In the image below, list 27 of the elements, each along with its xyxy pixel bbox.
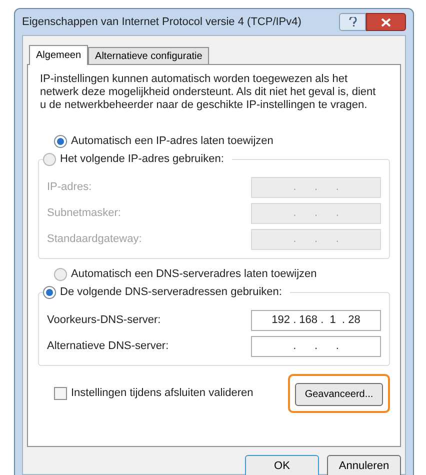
description-text: IP-instellingen kunnen automatisch worden toegewezen als het netwerk deze mogelijkheid ondersteunt. Als dit niet het geval is, dient u de netwerkbeheerder naar de geschikte IP-instellingen te vragen. bbox=[39, 73, 377, 112]
radio-label: De volgende DNS-serveradressen gebruiken: bbox=[60, 284, 282, 300]
tab[interactable]: Algemeen bbox=[29, 45, 88, 65]
radio-button[interactable] bbox=[54, 134, 67, 148]
radio-label: Automatisch een IP-adres laten toewijzen bbox=[71, 134, 274, 149]
radio-label: Automatisch een DNS-serveradres laten toewijzen bbox=[71, 266, 317, 282]
close-icon bbox=[381, 18, 391, 26]
checkbox-label: Instellingen tijdens afsluiten valideren bbox=[71, 386, 254, 402]
field-label: Subnetmasker: bbox=[47, 206, 121, 221]
ip-address-field[interactable]: 192 . 168 . 1 . 28 bbox=[251, 310, 381, 330]
field-label: Standaardgateway: bbox=[47, 232, 142, 247]
advanced-button[interactable]: Geavanceerd... bbox=[295, 383, 383, 406]
close-button[interactable] bbox=[366, 13, 406, 31]
help-button[interactable] bbox=[339, 13, 366, 31]
field-label: IP-adres: bbox=[47, 180, 92, 195]
help-icon bbox=[348, 17, 356, 27]
radio-button[interactable] bbox=[54, 268, 67, 280]
window-title: Eigenschappen van Internet Protocol versie 4 (TCP/IPv4) bbox=[22, 14, 302, 30]
checkbox[interactable] bbox=[54, 387, 67, 400]
ip-address-field[interactable]: . . . bbox=[251, 336, 381, 356]
dialog-button[interactable]: Annuleren bbox=[327, 455, 401, 475]
field-label: Alternatieve DNS-server: bbox=[47, 338, 169, 354]
dialog-button[interactable]: OK bbox=[245, 455, 319, 475]
radio-label: Het volgende IP-adres gebruiken: bbox=[60, 152, 224, 167]
radio-button[interactable] bbox=[43, 286, 56, 298]
field-label: Voorkeurs-DNS-server: bbox=[47, 312, 161, 328]
tab[interactable]: Alternatieve configuratie bbox=[88, 47, 210, 64]
